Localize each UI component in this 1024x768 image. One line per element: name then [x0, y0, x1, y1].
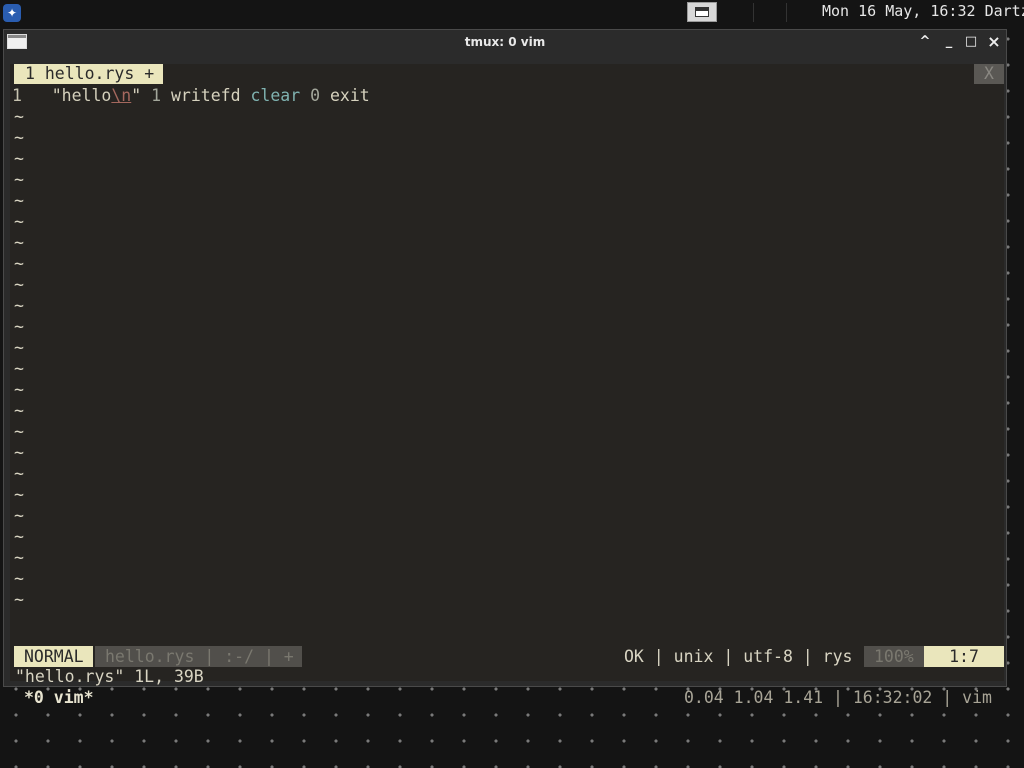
- empty-line-tilde: ~: [14, 485, 24, 504]
- empty-line-tilde: ~: [14, 443, 24, 462]
- window-titlebar[interactable]: tmux: 0 vim ^ _ □ ×: [4, 30, 1006, 55]
- window-icon: [695, 7, 709, 17]
- username: Dartz: [984, 2, 1024, 20]
- code-line[interactable]: 1 "hello\n" 1 writefd clear 0 exit: [12, 85, 370, 106]
- empty-line-tilde: ~: [14, 128, 24, 147]
- terminal-window: tmux: 0 vim ^ _ □ × 1 hello.rys + X 1 "h…: [3, 29, 1007, 707]
- clock-text: Mon 16 May, 16:32: [822, 2, 976, 20]
- panel-clock[interactable]: Mon 16 May, 16:32 Dartz: [822, 2, 1024, 20]
- line-number: 1: [12, 86, 22, 105]
- code-number: 1: [151, 86, 162, 105]
- vim-message-line: "hello.rys" 1L, 39B: [15, 667, 204, 686]
- empty-line-tilde: ~: [14, 527, 24, 546]
- code-number: 0: [310, 86, 321, 105]
- panel-separator: [786, 3, 787, 22]
- statusline-percent: 100%: [864, 646, 924, 667]
- top-panel: ✦ Mon 16 May, 16:32 Dartz: [0, 0, 1024, 26]
- code-word: clear: [250, 86, 301, 105]
- empty-line-tilde: ~: [14, 464, 24, 483]
- empty-line-tilde: ~: [14, 590, 24, 609]
- empty-line-tilde: ~: [14, 149, 24, 168]
- statusline-file-info: hello.rys | :-/ | +: [95, 646, 302, 667]
- terminal-area[interactable]: 1 hello.rys + X 1 "hello\n" 1 writefd cl…: [10, 64, 1004, 707]
- taskbar-window-button[interactable]: [687, 2, 717, 22]
- statusline-right-info: OK | unix | utf-8 | rys: [624, 647, 853, 666]
- minimize-button[interactable]: _: [940, 33, 958, 51]
- empty-line-tilde: ~: [14, 506, 24, 525]
- empty-line-tilde: ~: [14, 254, 24, 273]
- code-string-close: ": [131, 86, 142, 105]
- vim-tab-close-button[interactable]: X: [974, 64, 1004, 84]
- tmux-status-right: 0.04 1.04 1.41 | 16:32:02 | vim: [684, 688, 992, 707]
- empty-line-tilde: ~: [14, 170, 24, 189]
- shade-button[interactable]: ^: [916, 33, 934, 51]
- code-word: exit: [329, 86, 370, 105]
- empty-line-tilde: ~: [14, 338, 24, 357]
- vim-tab-active[interactable]: 1 hello.rys +: [14, 64, 164, 84]
- statusline-cursor-position: 1:7: [924, 646, 1004, 667]
- tmux-window-tab[interactable]: *0 vim*: [24, 688, 94, 707]
- empty-line-tilde: ~: [14, 401, 24, 420]
- empty-line-tilde: ~: [14, 548, 24, 567]
- vim-mode-indicator: NORMAL: [14, 646, 93, 667]
- empty-line-tilde: ~: [14, 569, 24, 588]
- empty-line-tilde: ~: [14, 380, 24, 399]
- empty-line-tilde: ~: [14, 212, 24, 231]
- empty-line-tilde: ~: [14, 275, 24, 294]
- code-word: writefd: [170, 86, 241, 105]
- close-button[interactable]: ×: [985, 33, 1003, 51]
- distro-logo-icon[interactable]: ✦: [3, 4, 21, 22]
- code-escape: \n: [111, 86, 132, 105]
- window-title: tmux: 0 vim: [464, 35, 546, 49]
- maximize-button[interactable]: □: [962, 33, 980, 51]
- empty-line-tilde: ~: [14, 296, 24, 315]
- empty-line-tilde: ~: [14, 359, 24, 378]
- empty-line-tilde: ~: [14, 317, 24, 336]
- empty-line-tilde: ~: [14, 233, 24, 252]
- empty-line-tilde: ~: [14, 107, 24, 126]
- empty-line-tilde: ~: [14, 422, 24, 441]
- panel-separator: [753, 3, 754, 22]
- code-string-open: "hello: [51, 86, 112, 105]
- empty-line-tilde: ~: [14, 191, 24, 210]
